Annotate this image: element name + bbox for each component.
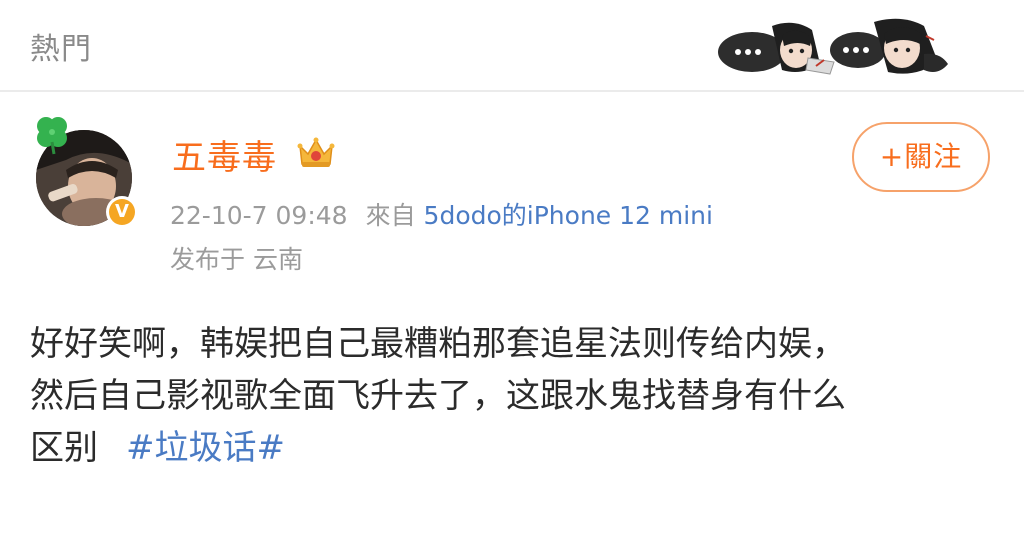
verified-mark: V xyxy=(115,201,129,222)
post-source-link[interactable]: 5dodo的iPhone 12 mini xyxy=(424,201,713,230)
avatar-container[interactable]: V xyxy=(30,112,142,232)
verified-badge-icon: V xyxy=(106,196,138,228)
post-text-line: 好好笑啊，韩娱把自己最糟粕那套追星法则传给内娱， xyxy=(30,324,846,364)
post-time: 09:48 xyxy=(275,201,348,230)
vip-crown-icon xyxy=(297,137,335,167)
author-name[interactable]: 五毒毒 xyxy=(172,130,277,179)
top-bar: 熱門 xyxy=(0,0,1024,92)
post-location: 发布于 云南 xyxy=(170,245,303,274)
weibo-post-screen: 熱門 V 五毒毒 22-10-7 09:48 來自 5dodo的iPhone 1… xyxy=(0,0,1024,534)
sticker-character-image xyxy=(830,18,948,74)
hashtag-link[interactable]: #垃圾话# xyxy=(126,428,285,468)
post-date: 22-10-7 xyxy=(170,201,268,230)
sticker-character-image xyxy=(718,22,835,75)
tab-hot[interactable]: 熱門 xyxy=(30,24,92,68)
source-prefix: 來自 xyxy=(365,201,416,230)
post-text-line: 区别 xyxy=(30,428,98,468)
post-content: 好好笑啊，韩娱把自己最糟粕那套追星法则传给内娱， 然后自己影视歌全面飞升去了，这… xyxy=(30,318,990,474)
follow-button[interactable]: +關注 xyxy=(852,122,990,192)
four-leaf-clover-icon xyxy=(37,117,67,155)
post-text-line: 然后自己影视歌全面飞升去了，这跟水鬼找替身有什么 xyxy=(30,376,846,416)
post-meta: 22-10-7 09:48 來自 5dodo的iPhone 12 mini xyxy=(170,196,713,232)
post-text-line-last: 区别 #垃圾话# xyxy=(30,422,990,474)
